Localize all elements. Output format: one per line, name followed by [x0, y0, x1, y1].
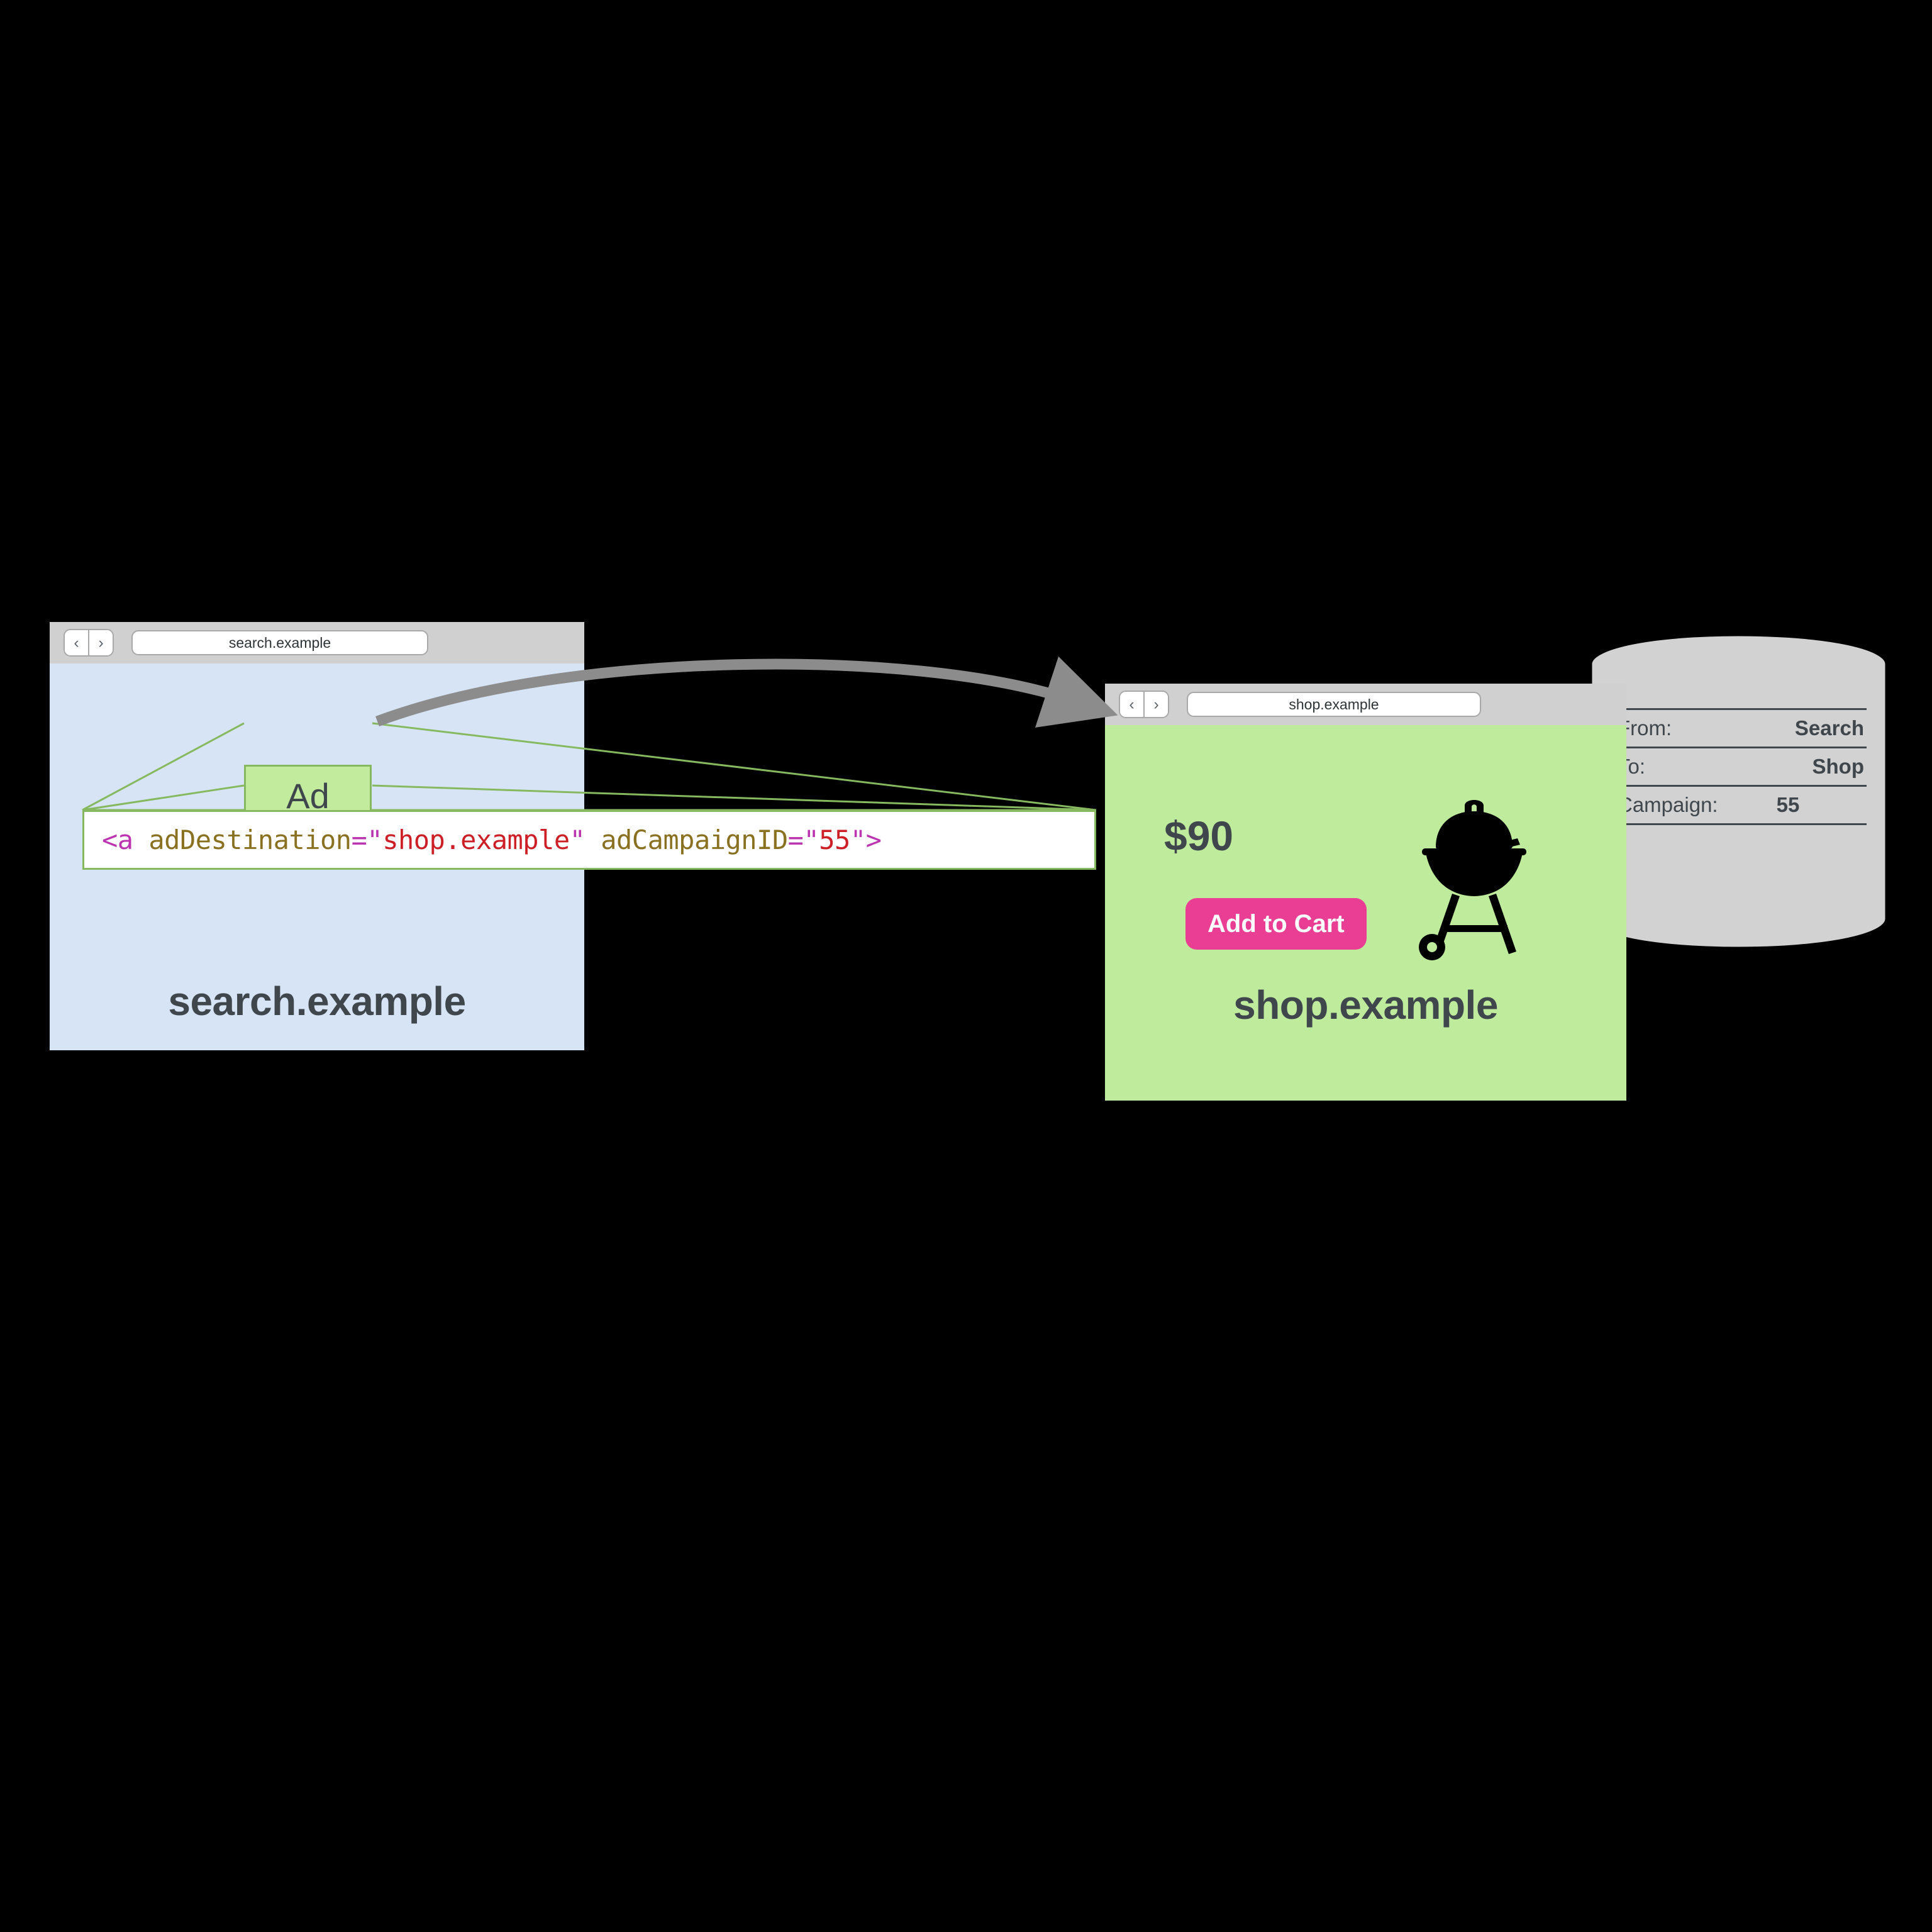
db-key-campaign: Campaign: [1615, 785, 1763, 825]
add-to-cart-button[interactable]: Add to Cart [1185, 898, 1367, 950]
db-key-from: From: [1615, 708, 1763, 748]
shop-page-viewport: $90 Add to Cart shop.example [1105, 725, 1626, 1101]
db-key-to: To: [1615, 747, 1763, 786]
db-value-campaign: 55 [1762, 785, 1867, 825]
shop-nav-buttons[interactable]: ‹ › [1119, 691, 1169, 718]
code-quote-close-2: " [850, 824, 866, 855]
shop-page-title: shop.example [1233, 982, 1498, 1028]
grill-icon [1419, 800, 1526, 960]
shop-url-bar[interactable]: shop.example [1187, 692, 1481, 717]
code-attr-adcampaignid: adCampaignID [601, 824, 788, 855]
db-value-to: Shop [1762, 747, 1867, 786]
search-url-bar[interactable]: search.example [131, 630, 428, 655]
shop-browser-chrome: ‹ › shop.example [1105, 684, 1626, 725]
table-row: From: Search [1615, 708, 1867, 748]
forward-arrow-icon[interactable]: › [1143, 692, 1168, 717]
code-tag-close: > [865, 824, 882, 855]
code-equals-2: = [787, 824, 804, 855]
code-value-destination: shop.example [382, 824, 570, 855]
product-price: $90 [1164, 813, 1234, 859]
ad-attribution-database: From: Search To: Shop Campaign: 55 [1582, 626, 1895, 957]
code-tag-open: <a [102, 824, 133, 855]
search-nav-buttons[interactable]: ‹ › [64, 629, 114, 657]
back-arrow-icon[interactable]: ‹ [1120, 692, 1143, 717]
code-equals-1: = [351, 824, 367, 855]
db-value-from: Search [1762, 708, 1867, 748]
forward-arrow-icon[interactable]: › [88, 630, 113, 655]
table-row: Campaign: 55 [1615, 785, 1867, 825]
search-browser-chrome: ‹ › search.example [50, 622, 584, 663]
ad-markup-callout: <a adDestination = " shop.example " adCampai… [82, 810, 1096, 870]
code-quote-open-2: " [803, 824, 819, 855]
diagram-canvas: From: Search To: Shop Campaign: 55 ‹ › s… [0, 0, 1932, 1932]
back-arrow-icon[interactable]: ‹ [65, 630, 88, 655]
attribution-record-table: From: Search To: Shop Campaign: 55 [1615, 708, 1867, 825]
code-value-campaignid: 55 [819, 824, 850, 855]
code-quote-open-1: " [367, 824, 383, 855]
code-quote-close-1: " [569, 824, 586, 855]
shop-example-browser-window: ‹ › shop.example $90 Add to Cart shop.ex… [1105, 684, 1626, 1101]
table-row: To: Shop [1615, 747, 1867, 786]
code-attr-addestination: adDestination [148, 824, 352, 855]
search-page-title: search.example [168, 979, 466, 1024]
